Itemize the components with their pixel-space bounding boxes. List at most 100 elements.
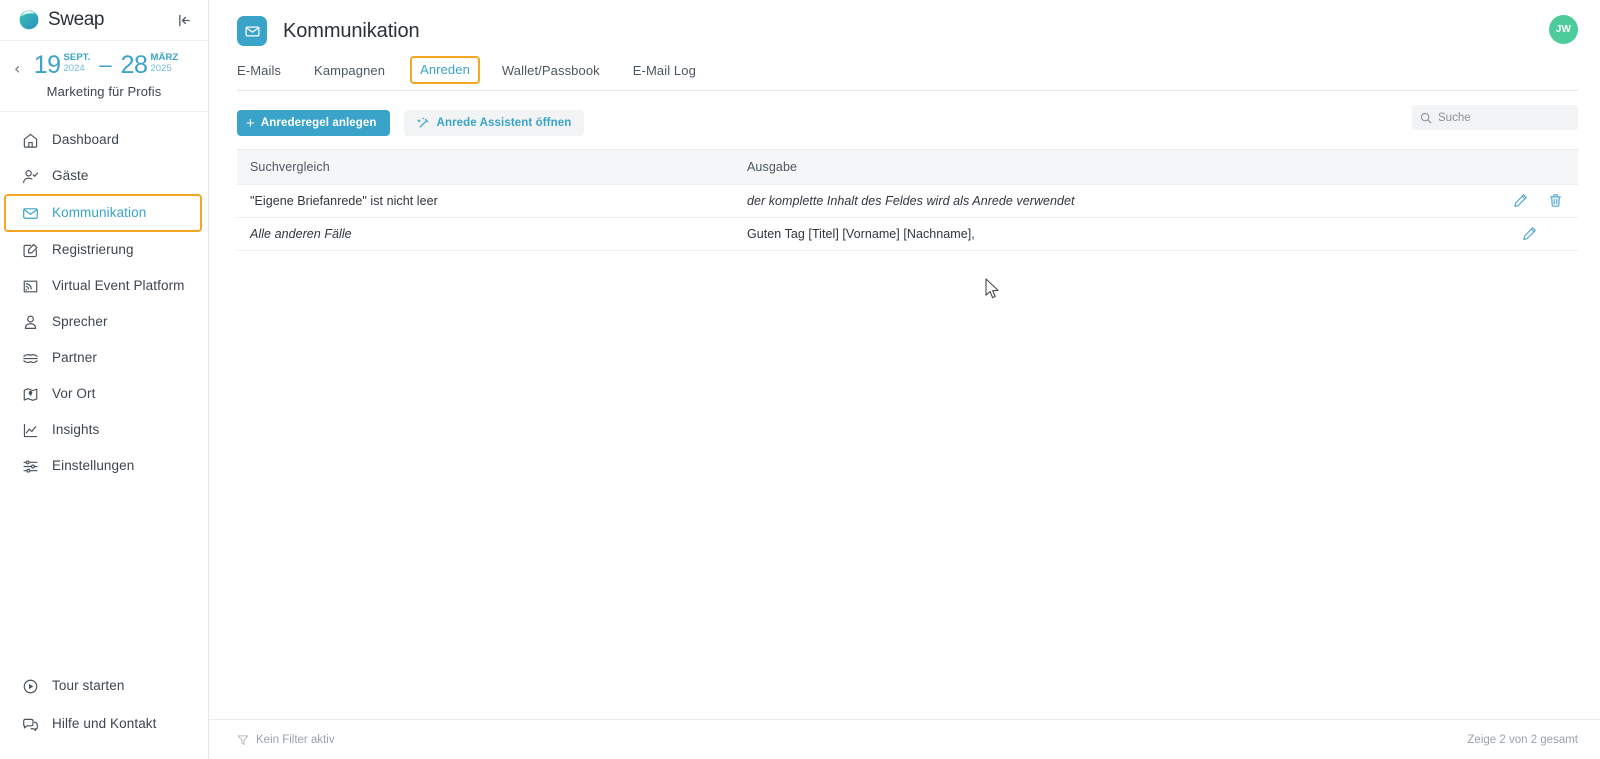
sidebar-item-label: Virtual Event Platform <box>52 278 185 294</box>
sidebar-item-gaeste[interactable]: Gäste <box>0 158 208 194</box>
cell-actions <box>1458 183 1578 218</box>
tab-e-mail-log[interactable]: E-Mail Log <box>633 63 696 87</box>
date-range-dash: – <box>99 52 112 77</box>
app-root: Sweap ‹ 19 SEPT. 2024 – 28 MÄRZ 2025 Mar… <box>0 0 1600 759</box>
collapse-sidebar-icon[interactable] <box>174 10 194 30</box>
sidebar-item-vor-ort[interactable]: Vor Ort <box>0 376 208 412</box>
trash-icon[interactable] <box>1546 192 1564 210</box>
table-header-row: Suchvergleich Ausgabe <box>237 150 1578 184</box>
magic-wand-icon <box>416 116 430 130</box>
screen-cast-icon <box>20 276 40 296</box>
tab-wallet-passbook[interactable]: Wallet/Passbook <box>502 63 600 87</box>
event-start-monthyear: SEPT. 2024 <box>64 53 91 74</box>
event-start-year: 2024 <box>63 63 85 74</box>
event-end-day: 28 <box>120 51 148 79</box>
sidebar-item-label: Sprecher <box>52 314 108 330</box>
filter-status[interactable]: Kein Filter aktiv <box>237 734 335 746</box>
sidebar-item-label: Kommunikation <box>52 205 147 221</box>
form-edit-icon <box>20 240 40 260</box>
event-date-range: 19 SEPT. 2024 – 28 MÄRZ 2025 <box>0 51 208 79</box>
sidebar-item-einstellungen[interactable]: Einstellungen <box>0 448 208 484</box>
sidebar-item-registrierung[interactable]: Registrierung <box>0 232 208 268</box>
event-start-day: 19 <box>33 51 61 79</box>
sidebar-brand-row: Sweap <box>0 0 208 41</box>
sidebar-item-dashboard[interactable]: Dashboard <box>0 122 208 158</box>
event-selector[interactable]: ‹ 19 SEPT. 2024 – 28 MÄRZ 2025 Marketing… <box>0 41 208 112</box>
user-check-icon <box>20 166 40 186</box>
anreden-table: Suchvergleich Ausgabe "Eigene Briefanred… <box>237 150 1578 251</box>
tab-bar: E-Mails Kampagnen Anreden Wallet/Passboo… <box>237 56 1578 91</box>
sidebar-item-label: Tour starten <box>52 678 125 694</box>
open-anrede-assistent-button[interactable]: Anrede Assistent öffnen <box>403 110 585 136</box>
toolbar: + Anrederegel anlegen Anrede Assistent ö… <box>209 91 1600 141</box>
cell-suchvergleich: Alle anderen Fälle <box>237 217 734 251</box>
avatar[interactable]: JW <box>1549 15 1578 44</box>
column-header-ausgabe[interactable]: Ausgabe <box>734 150 1458 184</box>
event-end-year: 2025 <box>150 63 172 74</box>
tab-anreden[interactable]: Anreden <box>410 56 480 84</box>
sidebar-item-label: Vor Ort <box>52 386 96 402</box>
funnel-icon <box>237 734 249 746</box>
search-box[interactable] <box>1412 105 1578 130</box>
envelope-icon <box>20 203 40 223</box>
create-anrederegel-button[interactable]: + Anrederegel anlegen <box>237 110 390 136</box>
pencil-icon[interactable] <box>1511 192 1529 210</box>
pencil-icon[interactable] <box>1520 225 1538 243</box>
sidebar-item-partner[interactable]: Partner <box>0 340 208 376</box>
chevron-left-icon[interactable]: ‹ <box>14 61 20 77</box>
sidebar-item-hilfe-und-kontakt[interactable]: Hilfe und Kontakt <box>0 705 208 743</box>
sidebar-item-label: Partner <box>52 350 97 366</box>
search-input[interactable] <box>1438 111 1570 124</box>
main-content: Kommunikation JW E-Mails Kampagnen Anred… <box>209 0 1600 759</box>
sidebar-item-kommunikation[interactable]: Kommunikation <box>4 194 202 232</box>
sidebar-item-label: Gäste <box>52 168 89 184</box>
page-title-row: Kommunikation <box>237 12 1578 50</box>
cell-actions <box>1458 217 1578 251</box>
sidebar-item-tour-starten[interactable]: Tour starten <box>0 667 208 705</box>
sidebar-item-label: Einstellungen <box>52 458 135 474</box>
filter-status-label: Kein Filter aktiv <box>256 733 335 746</box>
table-footer: Kein Filter aktiv Zeige 2 von 2 gesamt <box>209 719 1600 759</box>
plus-icon: + <box>246 114 255 132</box>
cell-ausgabe: Guten Tag [Titel] [Vorname] [Nachname], <box>734 217 1458 251</box>
table-body: "Eigene Briefanrede" ist nicht leer der … <box>237 183 1578 251</box>
event-end-monthyear: MÄRZ 2025 <box>150 53 178 74</box>
sweap-logo-icon <box>18 9 40 31</box>
sidebar-item-sprecher[interactable]: Sprecher <box>0 304 208 340</box>
handshake-icon <box>20 348 40 368</box>
event-name: Marketing für Profis <box>46 84 162 99</box>
sidebar-item-label: Insights <box>52 422 100 438</box>
sidebar-item-virtual-event-platform[interactable]: Virtual Event Platform <box>0 268 208 304</box>
create-anrederegel-label: Anrederegel anlegen <box>260 117 377 129</box>
result-count: Zeige 2 von 2 gesamt <box>1467 733 1578 746</box>
open-anrede-assistent-label: Anrede Assistent öffnen <box>436 117 572 129</box>
page-title: Kommunikation <box>283 19 420 42</box>
table-head: Suchvergleich Ausgabe <box>237 150 1578 184</box>
sidebar-nav: Dashboard Gäste Kommunikation Registrier… <box>0 112 208 667</box>
sidebar: Sweap ‹ 19 SEPT. 2024 – 28 MÄRZ 2025 Mar… <box>0 0 209 759</box>
table-row[interactable]: Alle anderen Fälle Guten Tag [Titel] [Vo… <box>237 217 1578 251</box>
event-end-month: MÄRZ <box>150 52 179 63</box>
sidebar-item-label: Hilfe und Kontakt <box>52 716 157 732</box>
tab-e-mails[interactable]: E-Mails <box>237 63 281 87</box>
search-icon <box>1420 112 1432 124</box>
chart-line-icon <box>20 420 40 440</box>
table-row[interactable]: "Eigene Briefanrede" ist nicht leer der … <box>237 183 1578 218</box>
tab-kampagnen[interactable]: Kampagnen <box>314 63 385 87</box>
column-header-actions <box>1458 150 1578 184</box>
sidebar-item-insights[interactable]: Insights <box>0 412 208 448</box>
anreden-table-wrap: Suchvergleich Ausgabe "Eigene Briefanred… <box>237 149 1578 719</box>
chat-bubbles-icon <box>20 714 40 734</box>
sidebar-item-label: Dashboard <box>52 132 119 148</box>
page-header: Kommunikation JW E-Mails Kampagnen Anred… <box>209 0 1600 91</box>
brand-name: Sweap <box>48 9 105 30</box>
cell-suchvergleich: "Eigene Briefanrede" ist nicht leer <box>237 183 734 218</box>
table-empty-space <box>237 250 1578 719</box>
home-icon <box>20 130 40 150</box>
column-header-suchvergleich[interactable]: Suchvergleich <box>237 150 734 184</box>
speaker-person-icon <box>20 312 40 332</box>
event-start-month: SEPT. <box>63 52 91 63</box>
sliders-icon <box>20 456 40 476</box>
envelope-icon <box>237 16 267 46</box>
play-circle-icon <box>20 676 40 696</box>
